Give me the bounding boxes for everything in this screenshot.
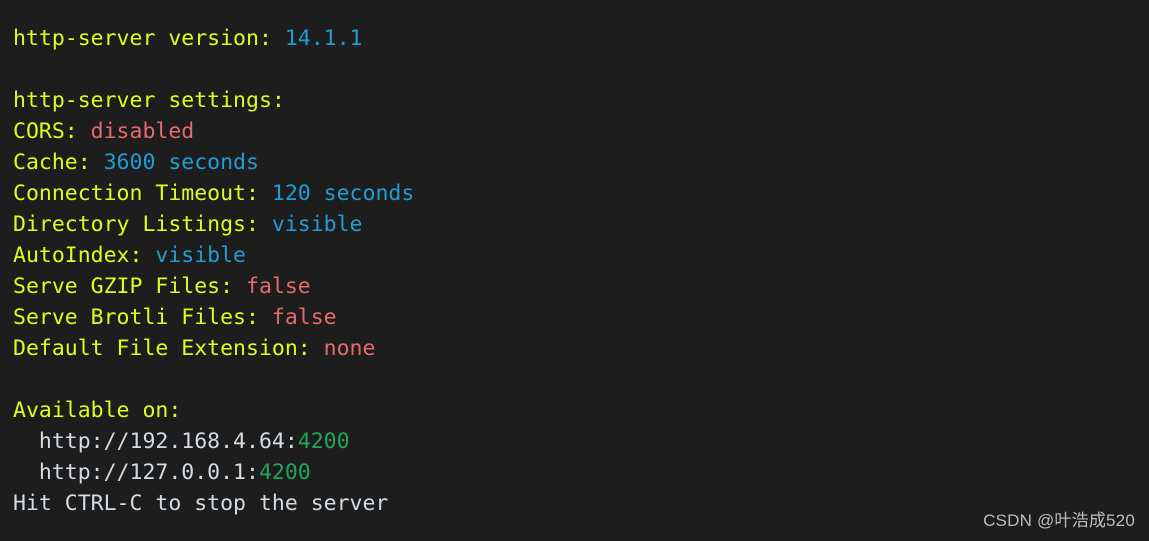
setting-cache-token-0: Cache: <box>13 150 104 175</box>
setting-serve-brotli: Serve Brotli Files: false <box>13 302 414 333</box>
setting-directory-listings: Directory Listings: visible <box>13 209 414 240</box>
settings-header: http-server settings: <box>13 85 414 116</box>
setting-cache: Cache: 3600 seconds <box>13 147 414 178</box>
blank-1 <box>13 54 414 85</box>
version-line-token-0: http-server version: <box>13 26 285 51</box>
setting-serve-gzip-token-1: false <box>246 274 311 299</box>
settings-header-token-0: http-server settings: <box>13 88 285 113</box>
setting-cache-token-1: 3600 seconds <box>103 150 259 175</box>
available-header: Available on: <box>13 395 414 426</box>
blank-2 <box>13 364 414 395</box>
setting-default-file-extension-token-0: Default File Extension: <box>13 336 324 361</box>
setting-default-file-extension-token-1: none <box>323 336 376 361</box>
available-url-localhost: http://127.0.0.1:4200 <box>13 457 414 488</box>
available-url-localhost-token-0: http://127.0.0.1: <box>13 460 259 485</box>
setting-autoindex-token-0: AutoIndex: <box>13 243 156 268</box>
setting-autoindex: AutoIndex: visible <box>13 240 414 271</box>
setting-default-file-extension: Default File Extension: none <box>13 333 414 364</box>
available-header-token-0: Available on: <box>13 398 182 423</box>
setting-connection-timeout: Connection Timeout: 120 seconds <box>13 178 414 209</box>
setting-directory-listings-token-1: visible <box>271 212 363 237</box>
setting-connection-timeout-token-0: Connection Timeout: <box>13 181 272 206</box>
console-output: http-server version: 14.1.1 http-server … <box>13 23 414 519</box>
setting-serve-gzip-token-0: Serve GZIP Files: <box>13 274 246 299</box>
available-url-lan: http://192.168.4.64:4200 <box>13 426 414 457</box>
available-url-lan-token-1: 4200 <box>297 429 350 454</box>
hit-ctrl-c-hint-token-0: Hit CTRL-C to stop the server <box>13 491 389 516</box>
version-line: http-server version: 14.1.1 <box>13 23 414 54</box>
setting-serve-gzip: Serve GZIP Files: false <box>13 271 414 302</box>
terminal-window[interactable]: http-server version: 14.1.1 http-server … <box>0 0 1149 541</box>
setting-cors: CORS: disabled <box>13 116 414 147</box>
available-url-localhost-token-1: 4200 <box>258 460 311 485</box>
hit-ctrl-c-hint: Hit CTRL-C to stop the server <box>13 488 414 519</box>
version-line-token-1: 14.1.1 <box>284 26 363 51</box>
setting-cors-token-1: disabled <box>90 119 195 144</box>
setting-autoindex-token-1: visible <box>155 243 246 268</box>
setting-serve-brotli-token-1: false <box>271 305 337 330</box>
setting-serve-brotli-token-0: Serve Brotli Files: <box>13 305 272 330</box>
setting-connection-timeout-token-1: 120 seconds <box>271 181 415 206</box>
setting-directory-listings-token-0: Directory Listings: <box>13 212 272 237</box>
setting-cors-token-0: CORS: <box>13 119 91 144</box>
available-url-lan-token-0: http://192.168.4.64: <box>13 429 298 454</box>
csdn-watermark: CSDN @叶浩成520 <box>983 511 1135 530</box>
